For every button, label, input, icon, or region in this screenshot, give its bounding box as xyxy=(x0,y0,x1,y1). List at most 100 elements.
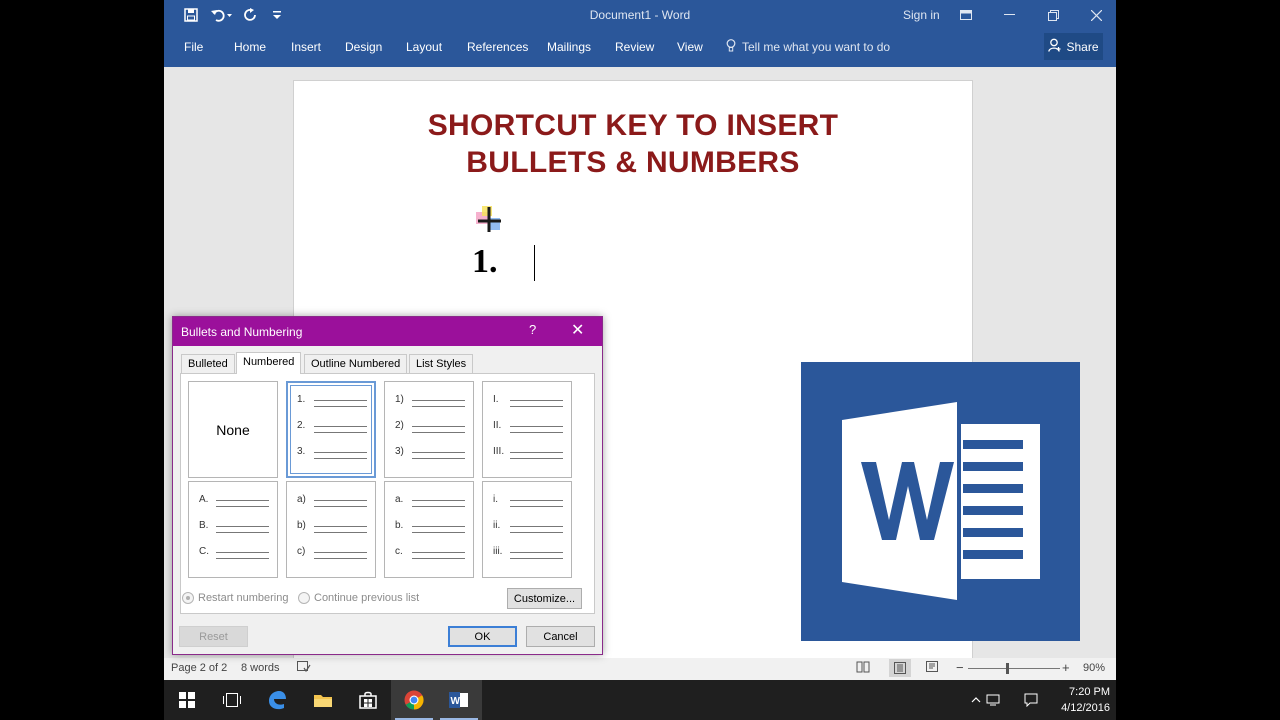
format-line xyxy=(314,558,367,559)
windows-start-icon[interactable] xyxy=(164,680,210,720)
clock-time: 7:20 PM xyxy=(1069,686,1110,698)
dialog-close-button[interactable]: ✕ xyxy=(571,320,584,340)
format-label: b. xyxy=(395,520,404,531)
format-line xyxy=(412,432,465,433)
restore-icon[interactable] xyxy=(1040,4,1066,26)
format-roman-upper[interactable]: I. II. III. xyxy=(482,381,572,478)
dialog-title-bar[interactable]: Bullets and Numbering ? ✕ xyxy=(173,317,602,346)
task-view-icon[interactable] xyxy=(209,680,255,720)
format-line xyxy=(216,506,269,507)
word-window: Document1 - Word Sign in File Home Inser… xyxy=(164,0,1116,720)
tab-layout[interactable]: Layout xyxy=(406,40,442,54)
format-roman-lower[interactable]: i. ii. iii. xyxy=(482,481,572,578)
title-bar: Document1 - Word Sign in xyxy=(164,0,1116,30)
help-button[interactable]: ? xyxy=(529,322,536,337)
minimize-icon[interactable] xyxy=(996,4,1022,26)
share-button[interactable]: Share xyxy=(1044,33,1103,60)
format-alpha-paren[interactable]: a) b) c) xyxy=(286,481,376,578)
word-count[interactable]: 8 words xyxy=(241,662,280,674)
format-row: II. xyxy=(493,420,563,433)
reset-button[interactable]: Reset xyxy=(179,626,248,647)
ribbon-display-options-icon[interactable] xyxy=(953,4,979,26)
tab-mailings[interactable]: Mailings xyxy=(547,40,591,54)
format-line xyxy=(510,452,563,453)
system-clock[interactable]: 7:20 PM 4/12/2016 xyxy=(1052,684,1110,716)
svg-text:W: W xyxy=(451,696,461,707)
format-label: 2) xyxy=(395,420,404,431)
word-icon[interactable]: W xyxy=(436,680,482,720)
tab-review[interactable]: Review xyxy=(615,40,654,54)
customize-button[interactable]: Customize... xyxy=(507,588,582,609)
word-logo xyxy=(801,362,1080,641)
share-label: Share xyxy=(1066,39,1099,54)
format-row: 3. xyxy=(297,446,367,459)
restart-numbering-label: Restart numbering xyxy=(198,592,289,604)
continue-list-radio[interactable]: Continue previous list xyxy=(298,592,419,604)
edge-icon[interactable] xyxy=(254,680,300,720)
format-line xyxy=(510,532,563,533)
ribbon-tabs: File Home Insert Design Layout Reference… xyxy=(164,30,1116,67)
restart-numbering-radio[interactable]: Restart numbering xyxy=(182,592,289,604)
tab-view[interactable]: View xyxy=(677,40,703,54)
page-count[interactable]: Page 2 of 2 xyxy=(171,662,227,674)
tab-bulleted[interactable]: Bulleted xyxy=(181,354,235,373)
format-alpha-period[interactable]: a. b. c. xyxy=(384,481,474,578)
format-label: B. xyxy=(199,520,209,531)
tab-references[interactable]: References xyxy=(467,40,528,54)
format-line xyxy=(314,532,367,533)
tell-me-search[interactable]: Tell me what you want to do xyxy=(726,39,890,55)
tab-insert[interactable]: Insert xyxy=(291,40,321,54)
format-line xyxy=(314,432,367,433)
ok-button[interactable]: OK xyxy=(448,626,517,647)
tray-icons[interactable] xyxy=(970,680,1014,720)
format-line xyxy=(412,558,465,559)
web-layout-icon[interactable] xyxy=(926,661,940,676)
tab-file[interactable]: File xyxy=(184,40,203,54)
action-center-icon[interactable] xyxy=(1016,680,1046,720)
zoom-level[interactable]: 90% xyxy=(1083,662,1105,674)
format-row: b. xyxy=(395,520,465,533)
format-numeric-period[interactable]: 1. 2. 3. xyxy=(286,381,376,478)
chrome-icon[interactable] xyxy=(391,680,437,720)
proofing-icon[interactable] xyxy=(297,661,311,676)
format-label: 1. xyxy=(297,394,306,405)
zoom-slider[interactable] xyxy=(968,668,1060,669)
text-caret xyxy=(534,245,535,281)
dialog-title: Bullets and Numbering xyxy=(181,325,303,339)
zoom-out-button[interactable]: − xyxy=(956,660,964,675)
format-line xyxy=(412,532,465,533)
tab-outline-numbered[interactable]: Outline Numbered xyxy=(304,354,408,373)
store-icon[interactable] xyxy=(345,680,391,720)
format-row: I. xyxy=(493,394,563,407)
format-alpha-upper[interactable]: A. B. C. xyxy=(188,481,278,578)
list-number: 1. xyxy=(472,243,498,280)
lightbulb-icon xyxy=(726,39,736,55)
taskbar: W 7:20 PM 4/12/2016 xyxy=(164,680,1116,720)
format-label: II. xyxy=(493,420,502,431)
tab-numbered[interactable]: Numbered xyxy=(236,352,302,374)
format-none[interactable]: None xyxy=(188,381,278,478)
tab-list-styles[interactable]: List Styles xyxy=(409,354,474,373)
format-line xyxy=(314,506,367,507)
cancel-button[interactable]: Cancel xyxy=(526,626,595,647)
radio-dot xyxy=(298,592,310,604)
format-line xyxy=(314,426,367,427)
sign-in-link[interactable]: Sign in xyxy=(903,8,940,22)
format-label: 3) xyxy=(395,446,404,457)
format-line xyxy=(510,432,563,433)
format-line xyxy=(216,532,269,533)
tab-home[interactable]: Home xyxy=(234,40,266,54)
tab-design[interactable]: Design xyxy=(345,40,382,54)
format-row: 2. xyxy=(297,420,367,433)
print-layout-icon[interactable] xyxy=(889,659,911,677)
read-mode-icon[interactable] xyxy=(856,661,870,676)
format-row: III. xyxy=(493,446,563,459)
format-line xyxy=(510,526,563,527)
file-explorer-icon[interactable] xyxy=(300,680,346,720)
format-label: a) xyxy=(297,494,306,505)
zoom-in-button[interactable]: + xyxy=(1062,660,1070,675)
close-icon[interactable] xyxy=(1083,4,1109,26)
format-row: a) xyxy=(297,494,367,507)
format-numeric-paren[interactable]: 1) 2) 3) xyxy=(384,381,474,478)
zoom-slider-thumb[interactable] xyxy=(1006,663,1009,674)
